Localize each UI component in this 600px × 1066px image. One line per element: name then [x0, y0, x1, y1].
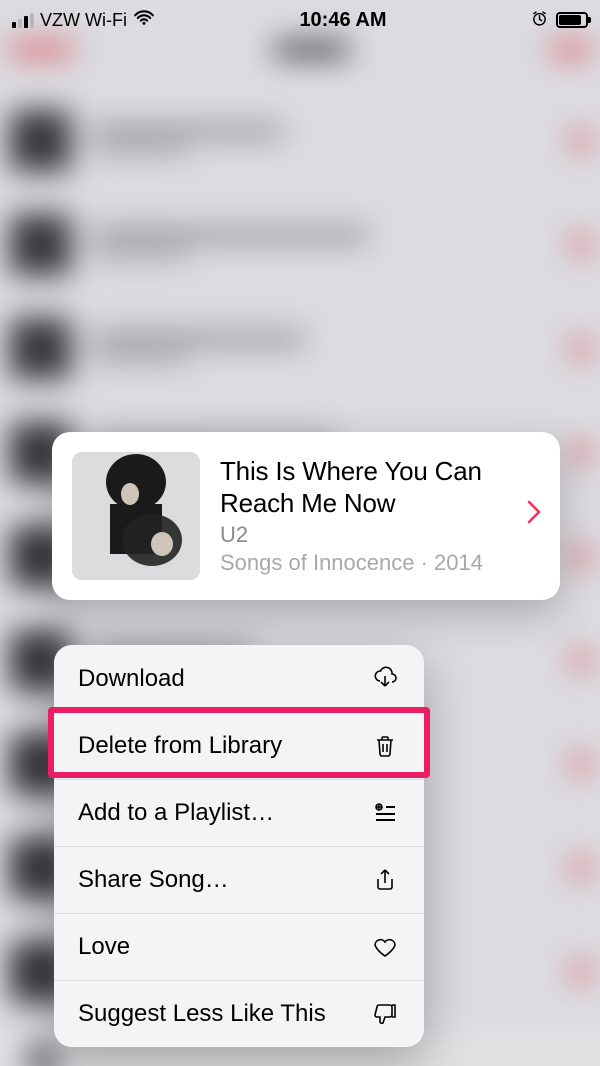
- thumbs-down-icon: [370, 1001, 400, 1027]
- song-album: Songs of Innocence · 2014: [220, 550, 502, 576]
- song-preview-card[interactable]: This Is Where You Can Reach Me Now U2 So…: [52, 432, 560, 600]
- song-artist: U2: [220, 522, 502, 548]
- menu-item-suggest-less[interactable]: Suggest Less Like This: [54, 980, 424, 1047]
- battery-icon: [556, 12, 588, 28]
- share-icon: [370, 867, 400, 893]
- heart-icon: [370, 934, 400, 960]
- menu-item-share[interactable]: Share Song…: [54, 846, 424, 913]
- clock: 10:46 AM: [299, 9, 386, 32]
- context-menu: Download Delete from Library Add to a Pl…: [54, 645, 424, 1047]
- carrier-label: VZW Wi-Fi: [40, 10, 127, 31]
- menu-label: Share Song…: [78, 866, 229, 894]
- song-title: This Is Where You Can Reach Me Now: [220, 456, 502, 519]
- menu-label: Love: [78, 933, 130, 961]
- menu-item-add-playlist[interactable]: Add to a Playlist…: [54, 779, 424, 846]
- add-to-playlist-icon: [370, 800, 400, 826]
- cloud-download-icon: [370, 666, 400, 692]
- menu-item-delete[interactable]: Delete from Library: [54, 712, 424, 779]
- menu-item-love[interactable]: Love: [54, 913, 424, 980]
- alarm-icon: [531, 10, 548, 31]
- signal-bars-icon: [12, 13, 34, 28]
- trash-icon: [370, 733, 400, 759]
- menu-label: Suggest Less Like This: [78, 1000, 326, 1028]
- album-art: [72, 452, 200, 580]
- menu-label: Download: [78, 665, 185, 693]
- menu-item-download[interactable]: Download: [54, 645, 424, 712]
- menu-label: Delete from Library: [78, 732, 282, 760]
- chevron-right-icon[interactable]: [522, 499, 542, 533]
- menu-label: Add to a Playlist…: [78, 799, 274, 827]
- wifi-icon: [133, 10, 155, 31]
- status-bar: VZW Wi-Fi 10:46 AM: [0, 0, 600, 40]
